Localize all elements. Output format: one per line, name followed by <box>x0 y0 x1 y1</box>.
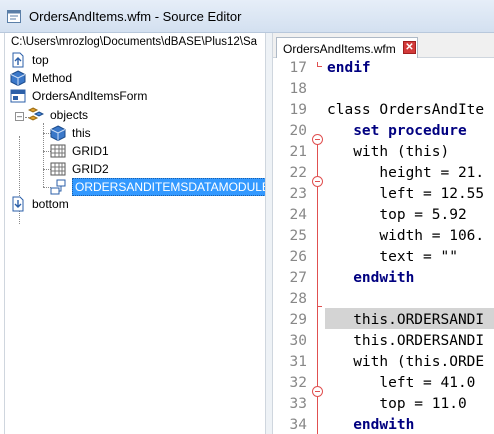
close-icon[interactable]: ✕ <box>403 41 416 54</box>
line-number: 31 <box>289 354 307 370</box>
line-number: 18 <box>289 81 307 97</box>
line-number: 20 <box>289 123 307 139</box>
tree-item-datamodule[interactable]: ORDERSANDITEMSDATAMODULE1 <box>50 178 265 196</box>
tree-item-top[interactable]: top <box>10 51 210 69</box>
fold-toggle[interactable] <box>312 176 323 187</box>
code-line: width = 106. <box>327 228 485 244</box>
tree-item-objects[interactable]: objects <box>28 106 228 124</box>
page-icon <box>12 196 24 212</box>
fold-toggle[interactable] <box>312 386 323 397</box>
code-line: endwith <box>327 270 415 286</box>
tab-label: OrdersAndItems.wfm <box>283 42 396 56</box>
tree-item-grid2[interactable]: GRID2 <box>50 160 250 178</box>
grid-icon <box>50 162 66 176</box>
datamodule-icon <box>50 179 66 195</box>
code-line: set procedure <box>327 123 467 139</box>
tree-item-label: GRID1 <box>72 144 109 158</box>
line-number: 29 <box>289 312 307 328</box>
tree-item-label: bottom <box>32 197 69 211</box>
line-number: 17 <box>289 60 307 76</box>
tree-item-form[interactable]: OrdersAndItemsForm <box>10 87 230 105</box>
cube-icon <box>50 125 66 141</box>
line-number: 24 <box>289 207 307 223</box>
editor-tab-bar: OrdersAndItems.wfm ✕ <box>273 33 494 58</box>
tree-item-method[interactable]: Method <box>10 69 210 87</box>
fold-end <box>317 302 322 307</box>
tree-item-this[interactable]: this <box>50 124 250 142</box>
pane-splitter[interactable] <box>266 33 273 434</box>
line-number: 25 <box>289 228 307 244</box>
line-number: 28 <box>289 291 307 307</box>
cube-icon <box>10 70 26 86</box>
code-editor[interactable]: OrdersAndItems.wfm ✕ 17 endif 18 19 clas… <box>273 33 494 434</box>
code-line: height = 21. <box>327 165 485 181</box>
objects-icon <box>28 107 44 121</box>
tree-item-label: Method <box>32 71 73 85</box>
tree-item-label: objects <box>50 108 89 122</box>
fold-end <box>317 62 322 67</box>
line-number: 22 <box>289 165 307 181</box>
code-line: left = 41.0 <box>327 375 476 391</box>
page-icon <box>12 52 24 68</box>
tree-item-label: this <box>72 126 91 140</box>
file-path: C:\Users\mrozlog\Documents\dBASE\Plus12\… <box>11 36 258 48</box>
code-line: with (this) <box>327 144 450 160</box>
code-line: top = 5.92 <box>327 207 467 223</box>
line-number: 32 <box>289 375 307 391</box>
form-icon <box>10 89 26 103</box>
line-number: 26 <box>289 249 307 265</box>
line-number: 33 <box>289 396 307 412</box>
collapse-toggle[interactable]: – <box>15 112 24 121</box>
code-area[interactable]: 17 endif 18 19 class OrdersAndIte 20 set… <box>273 58 494 434</box>
code-line: with (this.ORDE <box>327 354 485 370</box>
tree-item-bottom[interactable]: bottom <box>10 195 210 213</box>
object-tree-pane[interactable]: C:\Users\mrozlog\Documents\dBASE\Plus12\… <box>4 33 266 434</box>
tree-item-label: top <box>32 53 49 67</box>
code-line: top = 11.0 <box>327 396 467 412</box>
window-title: OrdersAndItems.wfm - Source Editor <box>29 9 242 24</box>
line-number: 19 <box>289 102 307 118</box>
tree-item-label: OrdersAndItemsForm <box>32 89 148 103</box>
tab-orders-and-items[interactable]: OrdersAndItems.wfm ✕ <box>276 37 418 58</box>
tree-item-label: ORDERSANDITEMSDATAMODULE1 <box>72 178 265 196</box>
line-number: 23 <box>289 186 307 202</box>
line-number: 21 <box>289 144 307 160</box>
title-bar: OrdersAndItems.wfm - Source Editor <box>0 0 494 33</box>
line-number: 30 <box>289 333 307 349</box>
code-line: this.ORDERSANDI <box>327 312 485 328</box>
code-line: class OrdersAndIte <box>327 102 485 118</box>
code-line: endwith <box>327 417 415 433</box>
tree-item-grid1[interactable]: GRID1 <box>50 142 250 160</box>
code-line: endif <box>327 60 371 76</box>
fold-toggle[interactable] <box>312 134 323 145</box>
code-line: this.ORDERSANDI <box>327 333 485 349</box>
code-line: text = "" <box>327 249 458 265</box>
line-number: 34 <box>289 417 307 433</box>
tree-item-label: GRID2 <box>72 162 109 176</box>
source-editor-icon <box>7 10 21 23</box>
grid-icon <box>50 144 66 158</box>
line-number: 27 <box>289 270 307 286</box>
code-line: left = 12.55 <box>327 186 485 202</box>
